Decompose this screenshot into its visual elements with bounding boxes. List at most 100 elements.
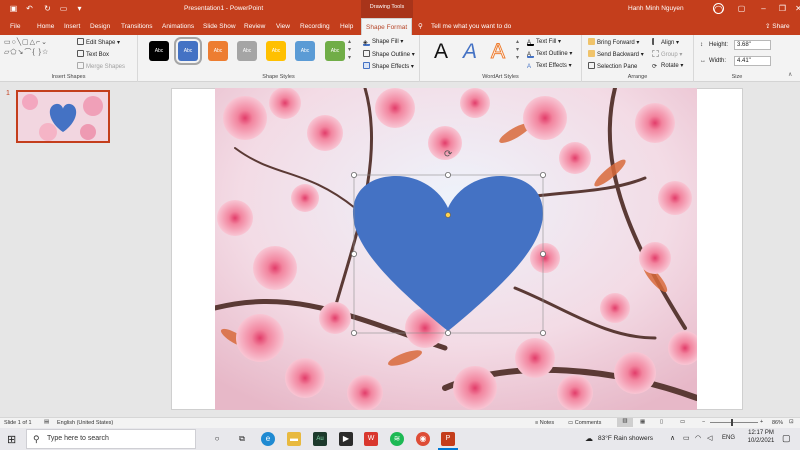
tab-design[interactable]: Design — [90, 18, 110, 35]
rotate-button[interactable]: ⟳ Rotate ▾ — [652, 62, 683, 70]
selection-pane-button[interactable]: Selection Pane — [588, 62, 637, 71]
collapse-ribbon-icon[interactable]: ∧ — [788, 71, 792, 79]
tab-animations[interactable]: Animations — [162, 18, 194, 35]
media-app-icon[interactable]: ▶ — [339, 432, 353, 446]
tab-view[interactable]: View — [276, 18, 290, 35]
tray-chevron-icon[interactable]: ∧ — [670, 434, 675, 442]
powerpoint-taskbar-icon[interactable]: P — [441, 432, 455, 446]
file-explorer-icon[interactable]: ▬ — [287, 432, 301, 446]
task-view-icon[interactable]: ⧉ — [235, 432, 249, 446]
tab-recording[interactable]: Recording — [300, 18, 330, 35]
zoom-slider-thumb[interactable] — [731, 419, 733, 426]
customize-quick-access-icon[interactable]: ▾ — [74, 3, 85, 14]
chrome-icon[interactable]: ◉ — [416, 432, 430, 446]
edge-icon[interactable]: e — [261, 432, 275, 446]
wordart-more-icon[interactable]: ▴ ▾ ▾ — [516, 38, 519, 62]
resize-handle-sw[interactable] — [351, 329, 357, 336]
ribbon-display-options-icon[interactable]: ▢ — [736, 3, 747, 14]
width-input[interactable]: 4.41" — [734, 56, 771, 66]
style-swatch-gray[interactable]: Abc — [237, 41, 257, 61]
cortana-icon[interactable]: ○ — [210, 432, 224, 446]
style-swatch-green[interactable]: Abc — [325, 41, 345, 61]
heart-shape-selection[interactable] — [348, 168, 548, 338]
shape-outline-button[interactable]: Shape Outline ▾ — [363, 50, 415, 59]
style-swatch-orange[interactable]: Abc — [208, 41, 228, 61]
group-button[interactable]: Group ▾ — [652, 50, 682, 59]
language-status[interactable]: English (United States) — [57, 420, 113, 426]
resize-handle-w[interactable] — [351, 251, 357, 258]
close-icon[interactable]: ✕ — [793, 3, 800, 14]
spellcheck-icon[interactable]: ▤ — [44, 419, 49, 425]
tab-help[interactable]: Help — [340, 18, 353, 35]
notes-button[interactable]: ≡ Notes — [535, 420, 554, 426]
wordart-orange-outline[interactable]: A — [490, 40, 505, 63]
presenter-icon[interactable]: ▭ — [58, 3, 69, 14]
slide-thumbnail[interactable] — [16, 90, 110, 143]
wordart-blue[interactable]: A — [463, 41, 477, 63]
wordart-black[interactable]: A — [434, 41, 448, 63]
redo-icon[interactable]: ↻ — [42, 3, 53, 14]
tab-slide-show[interactable]: Slide Show — [203, 18, 236, 35]
avatar[interactable]: ◯ — [713, 3, 724, 14]
weather-icon[interactable]: ☁ — [585, 434, 593, 443]
zoom-level[interactable]: 86% — [772, 420, 783, 426]
wps-office-icon[interactable]: W — [364, 432, 378, 446]
shape-fill-button[interactable]: ◈ Shape Fill ▾ — [363, 38, 403, 46]
text-box-button[interactable]: Text Box — [77, 50, 109, 59]
style-swatch-lightblue[interactable]: Abc — [295, 41, 315, 61]
heart-shape[interactable] — [353, 176, 543, 331]
style-swatch-gold[interactable]: Abc — [266, 41, 286, 61]
taskbar-search[interactable]: ⚲ Type here to search — [26, 429, 196, 449]
zoom-slider[interactable] — [710, 422, 758, 423]
resize-handle-n[interactable] — [445, 172, 452, 178]
send-backward-button[interactable]: Send Backward ▾ — [588, 50, 644, 59]
tab-review[interactable]: Review — [244, 18, 265, 35]
rotate-handle-icon[interactable]: ⟳ — [444, 149, 452, 160]
gallery-more-icon[interactable]: ▴ ▾ ▾ — [348, 38, 351, 62]
audition-icon[interactable]: Au — [313, 432, 327, 446]
zoom-out-icon[interactable]: − — [702, 419, 705, 425]
style-swatch-blue[interactable]: Abc — [174, 37, 202, 65]
edit-shape-button[interactable]: Edit Shape ▾ — [77, 38, 120, 47]
text-effects-button[interactable]: A Text Effects ▾ — [527, 62, 572, 70]
tab-home[interactable]: Home — [37, 18, 54, 35]
undo-icon[interactable]: ↶ — [24, 3, 35, 14]
resize-handle-s[interactable] — [445, 329, 452, 336]
share-button[interactable]: ⇪ Share — [765, 18, 790, 35]
weather-text[interactable]: 83°F Rain showers — [598, 435, 653, 442]
resize-handle-ne[interactable] — [539, 172, 546, 178]
resize-handle-e[interactable] — [539, 251, 546, 258]
height-input[interactable]: 3.68" — [734, 40, 771, 50]
style-swatch-black[interactable]: Abc — [149, 41, 169, 61]
resize-handle-nw[interactable] — [351, 172, 357, 178]
align-button[interactable]: Align ▾ — [652, 38, 679, 47]
merge-shapes-button[interactable]: Merge Shapes — [77, 62, 125, 71]
maximize-icon[interactable]: ❐ — [777, 3, 788, 14]
clock[interactable]: 12:17 PM 10/2/2021 — [745, 430, 777, 444]
reading-view-icon[interactable]: ▯ — [660, 419, 663, 425]
text-fill-button[interactable]: A Text Fill ▾ — [527, 38, 561, 46]
tab-transitions[interactable]: Transitions — [121, 18, 153, 35]
wifi-icon[interactable]: ◠ — [695, 434, 701, 442]
network-icon[interactable]: ▭ — [683, 434, 690, 442]
comments-button[interactable]: ▭ Comments — [568, 420, 601, 426]
shapes-gallery[interactable]: ▭○╲▢△⌐⌄ ▱⬠↘⌒{ }☆ — [4, 38, 70, 68]
adjust-handle[interactable] — [445, 212, 452, 219]
tab-file[interactable]: File — [10, 18, 20, 35]
volume-icon[interactable]: ◁ — [707, 434, 712, 442]
tell-me-search[interactable]: Tell me what you want to do — [431, 18, 511, 35]
tab-insert[interactable]: Insert — [64, 18, 80, 35]
save-icon[interactable]: ▣ — [8, 3, 19, 14]
spotify-icon[interactable]: ≋ — [390, 432, 404, 446]
text-outline-button[interactable]: A Text Outline ▾ — [527, 50, 572, 58]
minimize-icon[interactable]: – — [758, 3, 769, 14]
shape-effects-button[interactable]: Shape Effects ▾ — [363, 62, 414, 71]
user-name[interactable]: Hanh Minh Nguyen — [628, 0, 684, 18]
slide-sorter-icon[interactable]: ▦ — [640, 419, 645, 425]
fit-slide-icon[interactable]: ⊡ — [789, 419, 794, 425]
tab-shape-format[interactable]: Shape Format — [361, 18, 413, 35]
windows-start-icon[interactable]: ⊞ — [7, 433, 16, 446]
notifications-icon[interactable]: ▢ — [782, 433, 791, 444]
input-language[interactable]: ENG — [722, 435, 735, 441]
slideshow-icon[interactable]: ▭ — [680, 419, 685, 425]
